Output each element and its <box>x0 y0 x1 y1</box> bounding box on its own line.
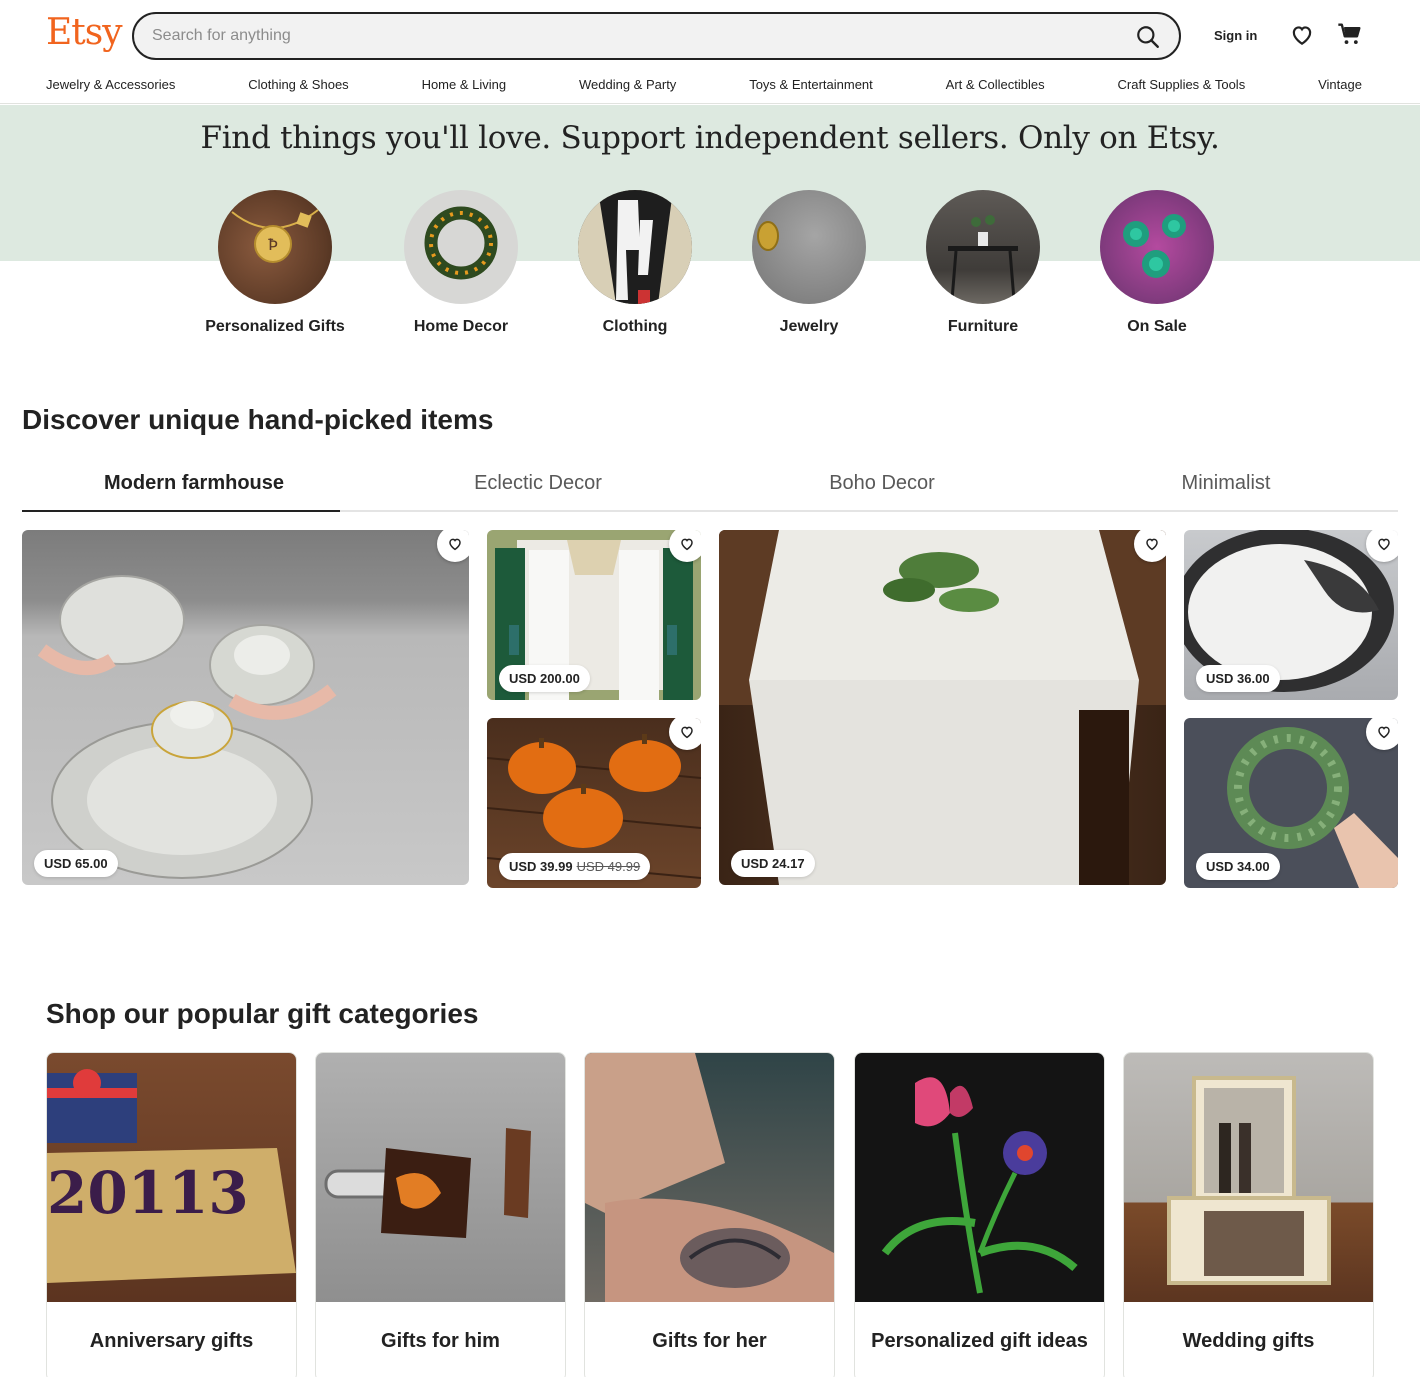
favorite-heart-button[interactable] <box>437 530 469 562</box>
category-label: On Sale <box>1127 318 1187 335</box>
price-value: USD 39.99 <box>509 859 573 874</box>
original-price: USD 49.99 <box>576 859 641 874</box>
nav-clothing-shoes[interactable]: Clothing & Shoes <box>248 77 348 95</box>
gift-image <box>585 1053 834 1302</box>
heart-icon <box>1378 538 1390 551</box>
category-on-sale[interactable]: On Sale <box>1067 190 1247 336</box>
heart-icon <box>681 538 693 551</box>
gifts-title: Shop our popular gift categories <box>46 998 479 1029</box>
gift-label: Gifts for her <box>652 1330 767 1352</box>
product-card[interactable]: USD 36.00 <box>1184 530 1398 700</box>
gift-image <box>316 1053 565 1302</box>
price-value: USD 200.00 <box>509 671 580 686</box>
gift-category-her[interactable]: Gifts for her <box>584 1052 835 1377</box>
anniversary-card-text: 20113 <box>47 1159 249 1227</box>
hero-title: Find things you'll love. Support indepen… <box>200 120 1220 156</box>
favorite-heart-button[interactable] <box>1134 530 1166 562</box>
category-image <box>926 190 1040 304</box>
category-label: Home Decor <box>413 318 509 335</box>
nav-jewelry-accessories[interactable]: Jewelry & Accessories <box>46 77 175 95</box>
gift-label: Wedding gifts <box>1182 1330 1315 1352</box>
category-label: Clothing <box>602 318 668 335</box>
nav-wedding-party[interactable]: Wedding & Party <box>579 77 676 95</box>
price-value: USD 34.00 <box>1206 859 1270 874</box>
gift-label: Anniversary gifts <box>89 1330 254 1352</box>
price-tag: USD 200.00 <box>499 665 590 692</box>
product-card[interactable]: USD 34.00 <box>1184 718 1398 888</box>
favorite-heart-button[interactable] <box>1366 530 1398 562</box>
product-card[interactable]: USD 39.99 USD 49.99 <box>487 718 701 888</box>
gift-label: Personalized gift ideas <box>871 1330 1088 1352</box>
nav-art-collectibles[interactable]: Art & Collectibles <box>946 77 1045 95</box>
tab-minimalist[interactable]: Minimalist <box>1054 466 1398 510</box>
gift-image <box>855 1053 1104 1302</box>
svg-text:Ꝥ: Ꝥ <box>268 235 278 254</box>
price-value: USD 65.00 <box>44 856 108 871</box>
product-card[interactable]: USD 24.17 <box>719 530 1166 885</box>
search-icon[interactable] <box>1135 24 1161 50</box>
gift-image: 20113 <box>47 1053 296 1302</box>
favorites-heart-icon[interactable] <box>1289 22 1315 48</box>
category-image <box>1100 190 1214 304</box>
gift-category-anniversary[interactable]: 20113 Anniversary gifts <box>46 1052 297 1377</box>
price-tag: USD 36.00 <box>1196 665 1280 692</box>
category-jewelry[interactable]: Jewelry <box>719 190 899 336</box>
tab-eclectic-decor[interactable]: Eclectic Decor <box>366 466 710 510</box>
gift-category-him[interactable]: Gifts for him <box>315 1052 566 1377</box>
gift-image <box>1124 1053 1373 1302</box>
category-home-decor[interactable]: Home Decor <box>371 190 551 336</box>
gift-category-personalized[interactable]: Personalized gift ideas <box>854 1052 1105 1377</box>
category-label: Personalized Gifts <box>205 318 345 335</box>
search-input[interactable] <box>152 14 1112 58</box>
heart-icon <box>681 726 693 739</box>
favorite-heart-button[interactable] <box>669 718 701 750</box>
cart-icon[interactable] <box>1336 20 1364 48</box>
category-image: Ꝥ <box>218 190 332 304</box>
etsy-logo[interactable]: Etsy <box>46 12 123 53</box>
price-tag: USD 39.99 USD 49.99 <box>499 853 651 880</box>
nav-vintage[interactable]: Vintage <box>1318 77 1362 95</box>
site-header: Etsy Sign in Jewelry & Accessories Cloth… <box>0 0 1420 104</box>
category-image <box>752 190 866 304</box>
favorite-heart-button[interactable] <box>1366 718 1398 750</box>
price-value: USD 36.00 <box>1206 671 1270 686</box>
nav-toys-entertainment[interactable]: Toys & Entertainment <box>749 77 873 95</box>
product-card[interactable]: USD 65.00 <box>22 530 469 885</box>
category-clothing[interactable]: Clothing <box>545 190 725 336</box>
sign-in-link[interactable]: Sign in <box>1214 28 1257 43</box>
search-bar <box>132 12 1181 60</box>
tab-modern-farmhouse[interactable]: Modern farmhouse <box>22 466 366 512</box>
category-nav: Jewelry & Accessories Clothing & Shoes H… <box>46 77 1362 95</box>
category-image <box>578 190 692 304</box>
gift-category-wedding[interactable]: Wedding gifts <box>1123 1052 1374 1377</box>
price-value: USD 24.17 <box>741 856 805 871</box>
category-label: Furniture <box>947 318 1019 335</box>
category-furniture[interactable]: Furniture <box>893 190 1073 336</box>
price-tag: USD 65.00 <box>34 850 118 877</box>
gift-label: Gifts for him <box>381 1330 500 1352</box>
heart-icon <box>449 538 461 551</box>
category-image <box>404 190 518 304</box>
style-tabs: Modern farmhouse Eclectic Decor Boho Dec… <box>22 466 1398 512</box>
heart-icon <box>1146 538 1158 551</box>
price-tag: USD 24.17 <box>731 850 815 877</box>
price-tag: USD 34.00 <box>1196 853 1280 880</box>
tab-boho-decor[interactable]: Boho Decor <box>710 466 1054 510</box>
heart-icon <box>1378 726 1390 739</box>
product-card[interactable]: USD 200.00 <box>487 530 701 700</box>
category-label: Jewelry <box>779 318 839 335</box>
favorite-heart-button[interactable] <box>669 530 701 562</box>
category-personalized-gifts[interactable]: Ꝥ Personalized Gifts <box>185 190 365 336</box>
nav-craft-supplies-tools[interactable]: Craft Supplies & Tools <box>1118 77 1246 95</box>
nav-home-living[interactable]: Home & Living <box>422 77 507 95</box>
discover-title: Discover unique hand-picked items <box>22 404 494 435</box>
